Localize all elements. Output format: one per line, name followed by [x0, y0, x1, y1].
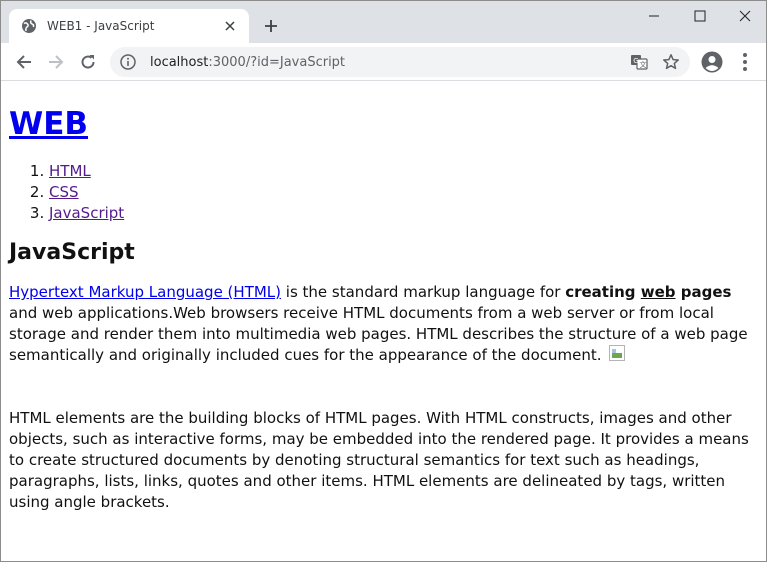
nav-link-javascript[interactable]: JavaScript — [49, 204, 124, 222]
browser-window: WEB1 - JavaScript localhost:3000/?id=Jav… — [0, 0, 767, 562]
nav-link-html[interactable]: HTML — [49, 162, 91, 180]
reload-icon — [81, 55, 95, 69]
nav-link-css[interactable]: CSS — [49, 183, 79, 201]
kebab-menu-icon[interactable] — [737, 51, 753, 73]
maximize-button[interactable] — [677, 1, 722, 31]
svg-text:G: G — [633, 57, 638, 65]
nav-list: HTML CSS JavaScript — [9, 161, 758, 224]
close-icon[interactable] — [221, 17, 239, 35]
p1-bold-underline: web — [640, 283, 676, 301]
p1-bold-a: creating — [565, 283, 641, 301]
back-button[interactable] — [10, 48, 38, 76]
info-icon[interactable] — [120, 54, 136, 70]
account-circle-icon[interactable] — [701, 51, 723, 73]
browser-tab-active[interactable]: WEB1 - JavaScript — [9, 9, 249, 43]
new-tab-button[interactable] — [259, 14, 283, 38]
html-wiki-link[interactable]: Hypertext Markup Language (HTML) — [9, 283, 281, 301]
tab-title: WEB1 - JavaScript — [47, 19, 155, 33]
arrow-right-icon — [49, 55, 64, 69]
p1-bold: creating web pages — [565, 283, 731, 301]
globe-icon — [21, 18, 37, 34]
forward-button[interactable] — [42, 48, 70, 76]
minimize-button[interactable] — [631, 1, 676, 31]
page-content: WEB HTML CSS JavaScript JavaScript Hyper… — [1, 82, 766, 561]
minimize-icon — [648, 15, 659, 17]
star-icon[interactable] — [660, 51, 682, 73]
page-title: JavaScript — [9, 240, 135, 265]
url-text[interactable]: localhost:3000/?id=JavaScript — [150, 55, 628, 70]
p1-text-b: and web applications.Web browsers receiv… — [9, 304, 748, 364]
paragraph-2: HTML elements are the building blocks of… — [9, 409, 749, 511]
url-host: localhost — [150, 54, 209, 70]
maximize-icon — [694, 10, 705, 22]
nav-item: JavaScript — [49, 203, 758, 224]
browser-toolbar: localhost:3000/?id=JavaScript G文 — [1, 43, 766, 81]
broken-image-icon — [609, 345, 626, 361]
reload-button[interactable] — [74, 48, 102, 76]
plus-icon — [265, 20, 277, 32]
url-path: :3000/?id=JavaScript — [208, 54, 346, 70]
p1-text-a: is the standard markup language for — [281, 283, 566, 301]
home-link[interactable]: WEB — [9, 106, 88, 142]
window-close-button[interactable] — [722, 1, 766, 31]
svg-text:文: 文 — [640, 60, 647, 69]
site-heading: WEB — [9, 105, 758, 143]
p1-bold-b: pages — [675, 283, 732, 301]
close-icon — [739, 10, 750, 22]
paragraph-1: Hypertext Markup Language (HTML) is the … — [9, 282, 758, 366]
translate-icon[interactable]: G文 — [628, 51, 650, 73]
tab-strip: WEB1 - JavaScript — [1, 1, 766, 43]
nav-item: CSS — [49, 182, 758, 203]
address-bar[interactable]: localhost:3000/?id=JavaScript G文 — [110, 47, 690, 77]
arrow-left-icon — [16, 55, 31, 69]
nav-item: HTML — [49, 161, 758, 182]
